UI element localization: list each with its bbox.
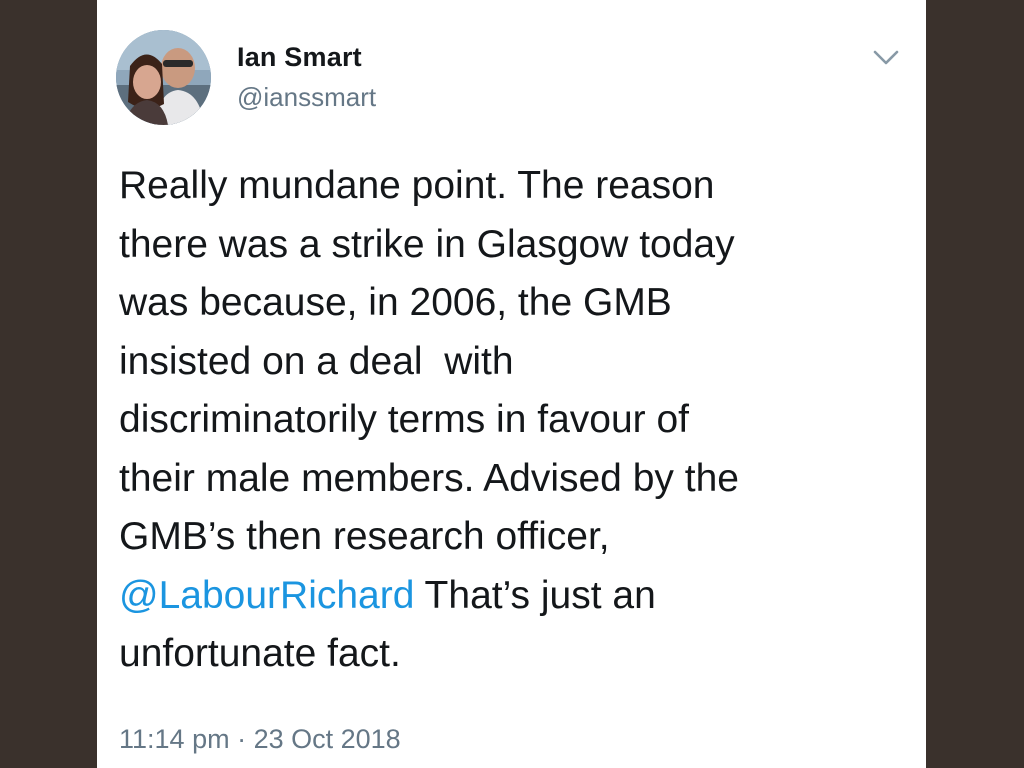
tweet-line: insisted on a deal with: [119, 339, 514, 383]
tweet-text: Really mundane point. The reason there w…: [119, 157, 909, 684]
timestamp-separator: ·: [229, 724, 254, 754]
tweet-card: Ian Smart @ianssmart Really mundane poin…: [97, 0, 926, 768]
tweet-line: Really mundane point. The reason: [119, 164, 715, 207]
tweet-line-with-mention: @LabourRichard That’s just an: [119, 567, 909, 626]
mention-link[interactable]: @LabourRichard: [119, 574, 414, 617]
tweet-time[interactable]: 11:14 pm: [119, 724, 230, 754]
tweet-line: unfortunate fact.: [119, 632, 401, 675]
tweet-line-tail: That’s just an: [414, 573, 656, 617]
tweet-line: discriminatorily terms in favour of: [119, 398, 689, 441]
avatar[interactable]: [116, 30, 211, 125]
avatar-photo-icon: [116, 30, 211, 125]
tweet-date[interactable]: 23 Oct 2018: [254, 724, 401, 754]
tweet-line: was because, in 2006, the GMB: [119, 281, 672, 324]
tweet-line: there was a strike in Glasgow today: [119, 222, 735, 266]
tweet-line: GMB’s then research officer,: [119, 515, 610, 558]
screenshot-frame: Ian Smart @ianssmart Really mundane poin…: [0, 0, 1024, 768]
author-handle[interactable]: @ianssmart: [237, 82, 376, 113]
author-name[interactable]: Ian Smart: [237, 42, 362, 73]
chevron-down-icon[interactable]: [869, 44, 903, 72]
tweet-timestamp[interactable]: 11:14 pm · 23 Oct 2018: [119, 724, 401, 755]
tweet-line: their male members. Advised by the: [119, 456, 739, 500]
